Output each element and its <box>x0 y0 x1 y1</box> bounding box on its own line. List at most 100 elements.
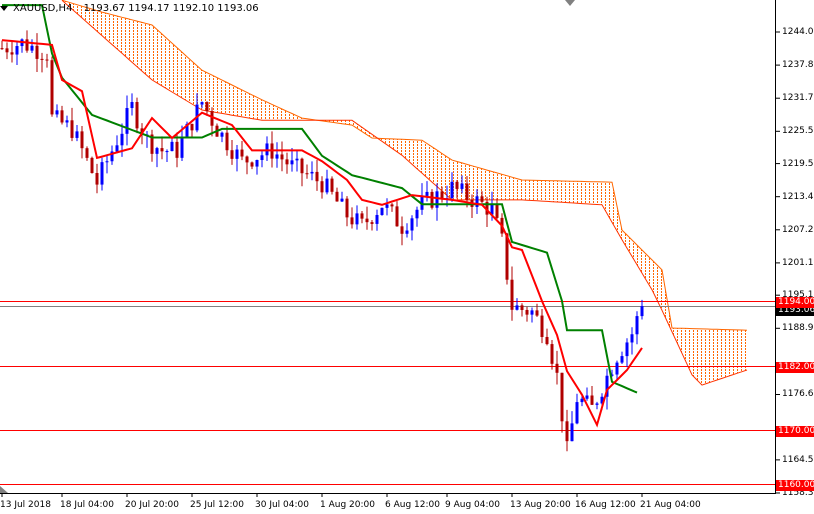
bearish-candle <box>540 315 544 337</box>
price-chart[interactable] <box>0 0 814 514</box>
time-tick-label: 13 Jul 2018 <box>0 500 51 510</box>
time-tick-label: 25 Jul 12:00 <box>190 500 244 510</box>
bearish-candle <box>35 45 39 59</box>
bearish-candle <box>5 48 9 53</box>
bearish-candle <box>345 198 349 218</box>
bullish-candle <box>115 145 119 152</box>
level-price-label: 1182.00 <box>776 361 814 373</box>
bearish-candle <box>190 123 194 131</box>
price-tick-label: 1244.00 <box>782 27 814 37</box>
bearish-candle <box>495 204 499 218</box>
bullish-candle <box>640 306 644 317</box>
price-tick-label: 1207.25 <box>782 224 814 235</box>
bullish-candle <box>635 316 639 335</box>
chart-shift-marker[interactable] <box>565 0 575 6</box>
bearish-candle <box>305 173 309 175</box>
bearish-candle <box>205 102 209 112</box>
close-value: 1193.06 <box>217 3 259 14</box>
price-tick-label: 1231.70 <box>782 93 814 104</box>
bearish-candle <box>330 178 334 192</box>
ichimoku-lines <box>1 4 643 428</box>
axis-ticks <box>1 31 780 497</box>
bearish-candle <box>550 344 554 364</box>
bearish-candle <box>70 120 74 138</box>
bearish-candle <box>440 191 444 199</box>
bullish-candle <box>460 183 464 189</box>
bearish-candle <box>545 336 549 345</box>
bullish-candle <box>410 218 414 231</box>
bullish-candle <box>255 160 259 167</box>
high-value: 1194.17 <box>128 3 170 14</box>
bullish-candle <box>415 209 419 219</box>
bearish-candle <box>520 305 524 310</box>
bearish-candle <box>95 173 99 185</box>
bearish-candle <box>25 39 29 51</box>
scroll-marker <box>0 486 8 493</box>
low-value: 1192.10 <box>172 3 215 14</box>
bearish-candle <box>45 59 49 61</box>
bearish-candle <box>175 141 179 158</box>
bearish-candle <box>455 181 459 189</box>
price-tick-label: 1213.40 <box>782 191 814 202</box>
bearish-candle <box>230 150 234 159</box>
bearish-candle <box>535 310 539 316</box>
price-tick-label: 1176.65 <box>782 389 814 400</box>
bearish-candle <box>555 363 559 373</box>
bullish-candle <box>265 143 269 156</box>
open-value: 1193.67 <box>83 3 125 14</box>
bearish-candle <box>525 309 529 315</box>
bearish-candle <box>225 132 229 151</box>
bearish-candle <box>280 154 284 160</box>
bullish-candle <box>435 191 439 208</box>
bullish-candle <box>55 110 59 115</box>
bullish-candle <box>585 395 589 399</box>
bearish-candle <box>210 111 214 126</box>
bearish-candle <box>240 149 244 157</box>
bullish-candle <box>200 102 204 105</box>
bullish-candle <box>155 148 159 154</box>
time-tick-label: 21 Aug 04:00 <box>640 500 701 510</box>
time-tick-label: 18 Jul 04:00 <box>60 500 114 510</box>
bullish-candle <box>530 310 534 315</box>
bearish-candle <box>0 48 4 50</box>
horizontal-levels[interactable] <box>0 301 776 485</box>
bearish-candle <box>245 156 249 163</box>
bullish-candle <box>595 403 599 405</box>
bearish-candle <box>360 213 364 219</box>
cloud-fill <box>62 0 747 386</box>
time-tick-label: 9 Aug 04:00 <box>445 500 500 510</box>
bearish-candle <box>80 131 84 149</box>
bullish-candle <box>120 133 124 146</box>
time-tick-label: 1 Aug 20:00 <box>320 500 375 510</box>
bullish-candle <box>615 362 619 375</box>
level-price-label: 1160.00 <box>776 479 814 491</box>
bearish-candle <box>565 421 569 442</box>
bullish-candle <box>355 213 359 225</box>
price-tick-label: 1188.95 <box>782 323 814 334</box>
price-tick-label: 1201.10 <box>782 257 814 268</box>
bullish-candle <box>630 334 634 343</box>
bullish-candle <box>235 149 239 159</box>
bearish-candle <box>50 60 54 115</box>
time-tick-label: 30 Jul 04:00 <box>255 500 309 510</box>
bullish-candle <box>260 155 264 161</box>
bearish-candle <box>285 159 289 165</box>
bullish-candle <box>425 191 429 196</box>
bearish-candle <box>160 148 164 152</box>
bearish-candle <box>590 395 594 405</box>
ichimoku-cloud <box>61 0 748 386</box>
candles <box>0 30 644 452</box>
price-tick-label: 1237.85 <box>782 60 814 71</box>
bullish-candle <box>575 402 579 424</box>
bearish-candle <box>560 372 564 422</box>
chart-header: XAUUSD,H4 1193.67 1194.17 1192.10 1193.0… <box>3 3 259 14</box>
bullish-candle <box>580 398 584 403</box>
bearish-candle <box>315 171 319 182</box>
bullish-candle <box>385 204 389 208</box>
time-tick-label: 20 Jul 20:00 <box>125 500 179 510</box>
bullish-candle <box>220 132 224 137</box>
bullish-candle <box>340 198 344 202</box>
bearish-candle <box>10 52 14 55</box>
bullish-candle <box>290 160 294 165</box>
bullish-candle <box>380 207 384 215</box>
